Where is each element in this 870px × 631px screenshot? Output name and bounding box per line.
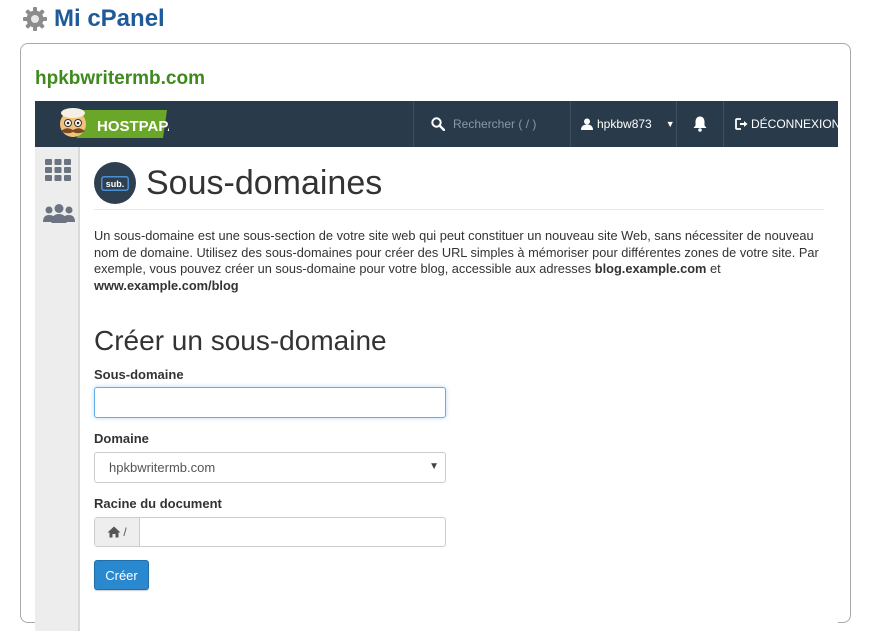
grid-icon[interactable]	[45, 159, 71, 181]
description-text: Un sous-domaine est une sous-section de …	[94, 228, 829, 294]
section-title: Créer un sous-domaine	[94, 325, 387, 356]
user-menu[interactable]: hpkbw873 ▼	[581, 101, 675, 147]
username-label: hpkbw873	[597, 117, 652, 131]
create-button[interactable]: Créer	[94, 560, 149, 590]
docroot-label: Racine du document	[94, 496, 222, 511]
account-domain: hpkbwritermb.com	[35, 68, 205, 89]
left-sidebar	[35, 147, 80, 631]
domain-selected-value: hpkbwritermb.com	[109, 460, 216, 475]
domain-label: Domaine	[94, 431, 149, 446]
nav-divider	[570, 101, 571, 147]
logout-icon	[735, 118, 748, 130]
description-part: et	[706, 261, 721, 277]
users-icon[interactable]	[43, 203, 75, 225]
docroot-input[interactable]	[140, 518, 445, 546]
logout-button[interactable]: DÉCONNEXION	[735, 101, 840, 147]
page-header-row: sub. Sous-domaines	[94, 157, 824, 210]
badge-text: sub.	[106, 179, 125, 189]
account-card: hpkbwritermb.com HOSTPAPA Rec	[20, 43, 851, 631]
caret-down-icon: ▼	[665, 119, 675, 129]
nav-divider	[723, 101, 724, 147]
example-url-1: blog.example.com	[594, 261, 707, 277]
domain-select[interactable]: hpkbwritermb.com ▼	[94, 452, 446, 483]
page-title-heading: Mi cPanel	[54, 5, 165, 32]
nav-divider	[676, 101, 677, 147]
gear-icon	[23, 7, 47, 31]
hostpapa-logo[interactable]: HOSTPAPA	[53, 104, 169, 144]
home-icon	[107, 526, 121, 538]
nav-divider	[413, 101, 414, 147]
docroot-prefix: /	[123, 525, 127, 539]
page-title: Sous-domaines	[146, 163, 383, 202]
logout-label: DÉCONNEXION	[751, 117, 841, 131]
docroot-prefix-addon: /	[95, 518, 140, 546]
logo-text: HOSTPAPA	[97, 118, 169, 135]
subdomain-badge-icon: sub.	[94, 162, 136, 204]
docroot-input-group: /	[94, 517, 446, 547]
search-placeholder: Rechercher ( / )	[453, 117, 537, 131]
subdomain-input[interactable]	[94, 387, 446, 418]
search-box[interactable]: Rechercher ( / )	[431, 101, 571, 147]
user-icon	[581, 118, 593, 130]
subdomain-label: Sous-domaine	[94, 367, 184, 382]
top-navbar: HOSTPAPA Rechercher ( / )	[35, 101, 840, 147]
bell-icon[interactable]	[691, 115, 709, 133]
main-content: sub. Sous-domaines Un sous-domaine est u…	[80, 147, 838, 631]
cpanel-frame: HOSTPAPA Rechercher ( / )	[35, 101, 840, 631]
search-icon	[431, 117, 445, 131]
example-url-2: www.example.com/blog	[94, 277, 239, 293]
caret-down-icon: ▼	[429, 461, 439, 472]
page-header: Mi cPanel	[22, 4, 165, 34]
